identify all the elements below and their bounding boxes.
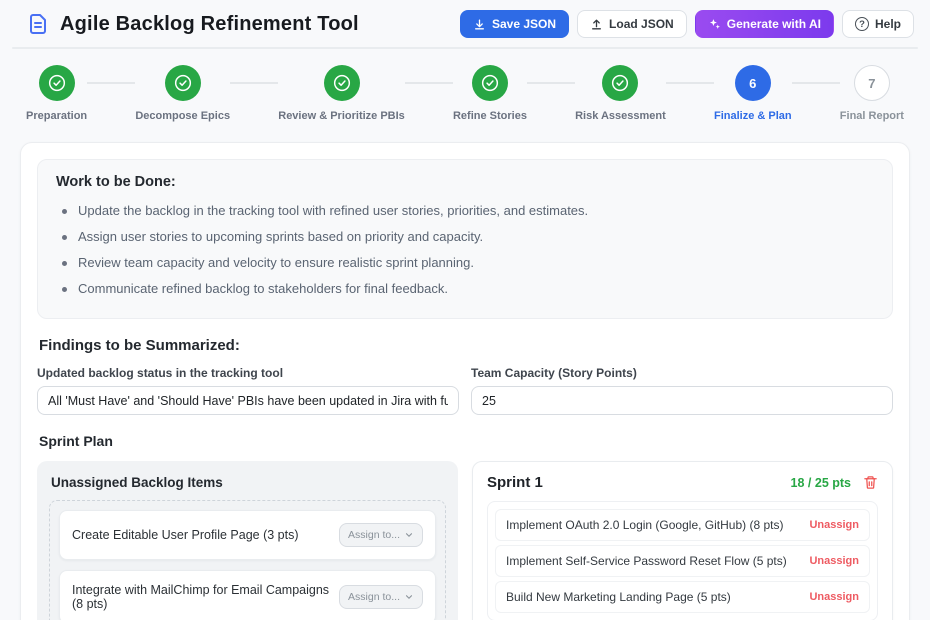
save-json-label: Save JSON: [492, 17, 556, 31]
step-1-label: Preparation: [26, 110, 87, 122]
backlog-item-text: Integrate with MailChimp for Email Campa…: [72, 583, 331, 611]
unassigned-backlog-panel: Unassigned Backlog Items Create Editable…: [37, 461, 458, 620]
step-finalize-plan[interactable]: 6 Finalize & Plan: [714, 65, 792, 122]
check-circle-icon: [331, 72, 353, 94]
step-4-circle: [472, 65, 508, 101]
main-content-card: Work to be Done: Update the backlog in t…: [20, 142, 910, 620]
trash-icon: [863, 475, 878, 490]
unassign-button[interactable]: Unassign: [809, 519, 859, 531]
step-5-label: Risk Assessment: [575, 110, 666, 122]
step-4-label: Refine Stories: [453, 110, 527, 122]
chevron-down-icon: [404, 592, 414, 602]
team-capacity-input[interactable]: [471, 386, 893, 415]
app-header: Agile Backlog Refinement Tool Save JSON …: [0, 0, 930, 47]
sprint-item-text: Implement OAuth 2.0 Login (Google, GitHu…: [506, 518, 783, 532]
help-label: Help: [875, 17, 901, 31]
header-actions: Save JSON Load JSON Generate with AI ? H…: [460, 10, 914, 38]
upload-icon: [590, 18, 603, 31]
sprint-item[interactable]: Build New Marketing Landing Page (5 pts)…: [495, 581, 870, 613]
backlog-item-text: Create Editable User Profile Page (3 pts…: [72, 528, 299, 542]
step-connector: [230, 82, 278, 84]
sprint-column: Sprint 1 18 / 25 pts: [472, 461, 893, 620]
step-2-circle: [165, 65, 201, 101]
work-item: Review team capacity and velocity to ens…: [56, 250, 874, 276]
wizard-stepper: Preparation Decompose Epics Review & Pri…: [0, 49, 930, 122]
step-5-circle: [602, 65, 638, 101]
step-1-circle: [39, 65, 75, 101]
step-preparation[interactable]: Preparation: [26, 65, 87, 122]
sprint-1-panel: Sprint 1 18 / 25 pts: [472, 461, 893, 620]
unassigned-dropzone[interactable]: Create Editable User Profile Page (3 pts…: [49, 500, 446, 620]
sprint-plan-heading: Sprint Plan: [39, 433, 891, 449]
step-6-label: Finalize & Plan: [714, 110, 792, 122]
backlog-item[interactable]: Create Editable User Profile Page (3 pts…: [59, 510, 436, 560]
sprint-plan-grid: Unassigned Backlog Items Create Editable…: [37, 461, 893, 620]
backlog-item[interactable]: Integrate with MailChimp for Email Campa…: [59, 570, 436, 620]
step-final-report[interactable]: 7 Final Report: [840, 65, 904, 122]
unassigned-heading: Unassigned Backlog Items: [51, 475, 444, 490]
step-refine-stories[interactable]: Refine Stories: [453, 65, 527, 122]
backlog-status-input[interactable]: [37, 386, 459, 415]
step-connector: [405, 82, 453, 84]
sprint-item[interactable]: Implement OAuth 2.0 Login (Google, GitHu…: [495, 509, 870, 541]
generate-ai-label: Generate with AI: [727, 17, 821, 31]
assign-to-select[interactable]: Assign to...: [339, 523, 423, 547]
work-item: Update the backlog in the tracking tool …: [56, 198, 874, 224]
findings-heading: Findings to be Summarized:: [39, 337, 891, 354]
step-7-circle: 7: [854, 65, 890, 101]
assign-select-label: Assign to...: [348, 529, 400, 541]
step-6-circle: 6: [735, 65, 771, 101]
work-to-be-done-box: Work to be Done: Update the backlog in t…: [37, 159, 893, 319]
generate-ai-button[interactable]: Generate with AI: [695, 10, 834, 38]
step-2-label: Decompose Epics: [135, 110, 230, 122]
step-decompose-epics[interactable]: Decompose Epics: [135, 65, 230, 122]
sprint-1-item-list: Implement OAuth 2.0 Login (Google, GitHu…: [487, 501, 878, 620]
unassign-button[interactable]: Unassign: [809, 591, 859, 603]
sprint-1-header-right: 18 / 25 pts: [791, 475, 878, 490]
backlog-status-label: Updated backlog status in the tracking t…: [37, 366, 459, 380]
check-circle-icon: [46, 72, 68, 94]
title-wrap: Agile Backlog Refinement Tool: [26, 12, 359, 36]
assign-to-select[interactable]: Assign to...: [339, 585, 423, 609]
field-team-capacity: Team Capacity (Story Points): [471, 366, 893, 415]
page-title: Agile Backlog Refinement Tool: [60, 13, 359, 36]
step-3-label: Review & Prioritize PBIs: [278, 110, 405, 122]
findings-fields: Updated backlog status in the tracking t…: [37, 366, 893, 415]
team-capacity-label: Team Capacity (Story Points): [471, 366, 893, 380]
step-connector: [666, 82, 714, 84]
step-connector: [527, 82, 575, 84]
check-circle-icon: [609, 72, 631, 94]
work-item: Assign user stories to upcoming sprints …: [56, 224, 874, 250]
step-7-label: Final Report: [840, 110, 904, 122]
work-list: Update the backlog in the tracking tool …: [56, 198, 874, 302]
field-backlog-status: Updated backlog status in the tracking t…: [37, 366, 459, 415]
document-icon: [26, 12, 50, 36]
work-item: Communicate refined backlog to stakehold…: [56, 276, 874, 302]
check-circle-icon: [172, 72, 194, 94]
help-button[interactable]: ? Help: [842, 10, 914, 38]
unassign-button[interactable]: Unassign: [809, 555, 859, 567]
step-risk-assessment[interactable]: Risk Assessment: [575, 65, 666, 122]
delete-sprint-button[interactable]: [863, 475, 878, 490]
assign-select-label: Assign to...: [348, 591, 400, 603]
help-icon: ?: [855, 17, 869, 31]
load-json-button[interactable]: Load JSON: [577, 10, 687, 38]
download-icon: [473, 18, 486, 31]
check-circle-icon: [479, 72, 501, 94]
step-connector: [87, 82, 135, 84]
load-json-label: Load JSON: [609, 17, 674, 31]
sprint-item-text: Implement Self-Service Password Reset Fl…: [506, 554, 787, 568]
step-3-circle: [324, 65, 360, 101]
sprint-1-points: 18 / 25 pts: [791, 476, 851, 490]
sprint-item-text: Build New Marketing Landing Page (5 pts): [506, 590, 731, 604]
save-json-button[interactable]: Save JSON: [460, 10, 569, 38]
chevron-down-icon: [404, 530, 414, 540]
sprint-item[interactable]: Implement Self-Service Password Reset Fl…: [495, 545, 870, 577]
sprint-1-name: Sprint 1: [487, 474, 543, 491]
sparkles-icon: [708, 18, 721, 31]
work-heading: Work to be Done:: [56, 174, 874, 190]
step-connector: [792, 82, 840, 84]
sprint-1-header: Sprint 1 18 / 25 pts: [487, 474, 878, 491]
step-review-prioritize[interactable]: Review & Prioritize PBIs: [278, 65, 405, 122]
